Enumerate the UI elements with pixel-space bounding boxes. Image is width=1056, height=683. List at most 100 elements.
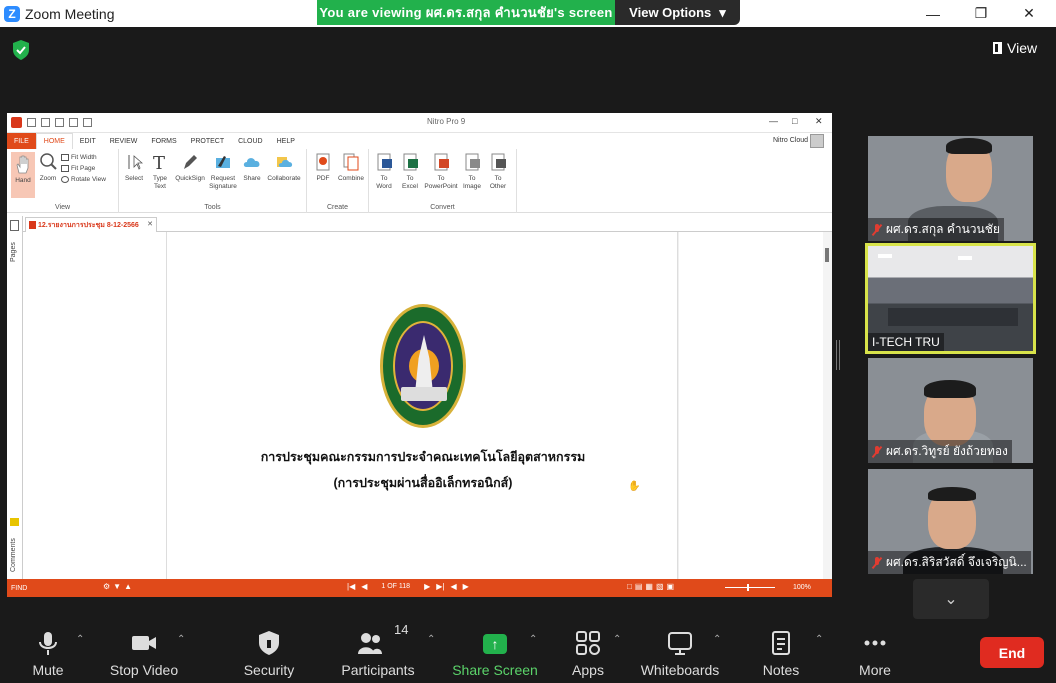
fit-width-button[interactable]: Fit Width — [61, 154, 106, 161]
status-tool-icons[interactable]: ⚙▼▲ — [103, 582, 135, 591]
participants-count: 14 — [394, 622, 409, 637]
gallery-next-page-button[interactable]: ⌄ — [913, 579, 989, 619]
vertical-scrollbar[interactable] — [823, 232, 832, 579]
view-options-button[interactable]: View Options ▾ — [615, 0, 740, 25]
pages-icon[interactable] — [10, 220, 19, 231]
share-options-caret[interactable]: ⌃ — [529, 634, 537, 645]
quicksign-button[interactable]: QuickSign — [173, 152, 207, 183]
view-layout-button[interactable]: View — [993, 40, 1037, 56]
more-button[interactable]: More — [855, 620, 895, 683]
layout-icon — [993, 42, 1002, 54]
collaborate-button[interactable]: Collaborate — [265, 152, 303, 183]
security-button[interactable]: Security — [240, 620, 298, 683]
notes-options-caret[interactable]: ⌃ — [815, 634, 823, 645]
undo-icon[interactable] — [69, 118, 78, 127]
tab-edit[interactable]: EDIT — [73, 133, 103, 149]
nitro-restore-button[interactable]: □ — [792, 116, 797, 126]
nitro-cloud-account[interactable]: Nitro Cloud — [773, 137, 808, 144]
avatar[interactable] — [810, 134, 824, 148]
to-powerpoint-button[interactable]: To PowerPoint — [423, 152, 459, 191]
restore-button[interactable]: ❐ — [958, 0, 1004, 27]
mic-muted-icon — [872, 556, 882, 569]
participant-tile[interactable]: ผศ.ดร.สกุล คำนวนชัย — [868, 136, 1033, 241]
fit-page-button[interactable]: Fit Page — [61, 165, 106, 172]
close-button[interactable]: ✕ — [1006, 0, 1052, 27]
ceiling-light — [958, 256, 972, 260]
scrollbar-thumb[interactable] — [825, 248, 829, 262]
page-layout-icons[interactable]: □▤▦▧▣ — [627, 582, 677, 591]
next-page-icon[interactable]: ▶ — [424, 582, 430, 591]
participant-tile[interactable]: ผศ.ดร.วิทูรย์ ยังถ้วยทอง — [868, 358, 1033, 463]
close-tab-icon[interactable]: ✕ — [147, 220, 153, 228]
apps-options-caret[interactable]: ⌃ — [613, 634, 621, 645]
request-signature-button[interactable]: Request Signature — [207, 152, 239, 191]
zoom-slider-knob[interactable] — [747, 584, 749, 591]
comments-panel-label[interactable]: Comments — [10, 538, 17, 572]
forward-view-icon[interactable]: ▶ — [463, 582, 469, 591]
document-heading: การประชุมคณะกรรมการประจำคณะเทคโนโลยีอุตส… — [260, 450, 586, 464]
save-icon[interactable] — [41, 118, 50, 127]
to-word-button[interactable]: To Word — [371, 152, 397, 191]
nitro-close-button[interactable]: ✕ — [815, 116, 823, 127]
open-icon[interactable] — [27, 118, 36, 127]
participant-tile[interactable]: ผศ.ดร.สิริสวัสดิ์ จึงเจริญนิ... — [868, 469, 1033, 574]
pages-panel-label[interactable]: Pages — [10, 242, 17, 262]
pdf-page[interactable]: การประชุมคณะกรรมการประจำคณะเทคโนโลยีอุตส… — [166, 232, 678, 579]
stop-video-button[interactable]: Stop Video — [108, 620, 180, 683]
shared-screen[interactable]: Nitro Pro 9 — □ ✕ FILE HOME EDIT REVIEW … — [7, 113, 832, 597]
nitro-status-bar: FIND ⚙▼▲ |◀ ◀ 1 OF 118 ▶ ▶| ◀ ▶ □▤▦▧▣ 10… — [7, 579, 832, 597]
print-icon[interactable] — [55, 118, 64, 127]
resize-handle[interactable] — [836, 340, 840, 370]
encryption-shield-icon[interactable] — [11, 39, 31, 61]
group-title-tools: Tools — [204, 204, 221, 211]
share-tool-button[interactable]: Share — [239, 152, 265, 183]
tab-home[interactable]: HOME — [35, 133, 73, 149]
zoom-tool-button[interactable]: Zoom — [35, 152, 61, 183]
participant-tile-active[interactable]: I-TECH TRU — [865, 243, 1036, 354]
notes-button[interactable]: Notes — [760, 620, 802, 683]
create-pdf-button[interactable]: PDF — [310, 152, 336, 183]
document-tab[interactable]: 12.รายงานการประชุม 8-12-2566 ✕ — [25, 217, 157, 232]
whiteboards-options-caret[interactable]: ⌃ — [713, 634, 721, 645]
mute-button[interactable]: Mute — [28, 620, 68, 683]
ribbon-group-convert: To Word To Excel To PowerPoint To Image — [369, 149, 517, 213]
nitro-minimize-button[interactable]: — — [769, 116, 778, 126]
tab-protect[interactable]: PROTECT — [184, 133, 231, 149]
to-image-button[interactable]: To Image — [459, 152, 485, 191]
minimize-button[interactable]: — — [910, 0, 956, 27]
combine-button[interactable]: Combine — [336, 152, 366, 183]
hand-tool-button[interactable]: Hand — [11, 152, 35, 198]
tab-help[interactable]: HELP — [270, 133, 302, 149]
hand-cursor-icon: ✋ — [628, 481, 641, 492]
tab-cloud[interactable]: CLOUD — [231, 133, 270, 149]
seal-book — [401, 387, 447, 401]
first-page-icon[interactable]: |◀ — [347, 582, 355, 591]
to-other-button[interactable]: To Other — [485, 152, 511, 191]
to-excel-button[interactable]: To Excel — [397, 152, 423, 191]
tab-review[interactable]: REVIEW — [103, 133, 145, 149]
participants-options-caret[interactable]: ⌃ — [427, 634, 435, 645]
video-options-caret[interactable]: ⌃ — [177, 634, 185, 645]
find-button[interactable]: FIND — [11, 585, 27, 592]
comments-icon[interactable] — [10, 518, 19, 526]
tab-file[interactable]: FILE — [7, 133, 36, 149]
participants-button[interactable]: 14 Participants — [340, 620, 416, 683]
conference-table — [888, 308, 1018, 326]
last-page-icon[interactable]: ▶| — [436, 582, 444, 591]
whiteboards-button[interactable]: Whiteboards — [641, 620, 719, 683]
tab-forms[interactable]: FORMS — [144, 133, 183, 149]
type-text-button[interactable]: T Type Text — [147, 152, 173, 191]
redo-icon[interactable] — [83, 118, 92, 127]
prev-page-icon[interactable]: ◀ — [361, 582, 367, 591]
end-meeting-button[interactable]: End — [980, 637, 1044, 668]
apps-button[interactable]: Apps — [568, 620, 608, 683]
back-view-icon[interactable]: ◀ — [450, 582, 456, 591]
select-button[interactable]: Select — [121, 152, 147, 183]
zoom-slider[interactable] — [725, 584, 775, 591]
viewing-banner: You are viewing ผศ.ดร.สกุล คำนวนชัย's sc… — [317, 0, 615, 25]
pdf-file-icon — [29, 221, 36, 229]
mute-label: Mute — [32, 662, 64, 678]
mute-options-caret[interactable]: ⌃ — [76, 634, 84, 645]
rotate-view-button[interactable]: Rotate View — [61, 176, 106, 183]
share-screen-button[interactable]: ↑ Share Screen — [452, 620, 538, 683]
